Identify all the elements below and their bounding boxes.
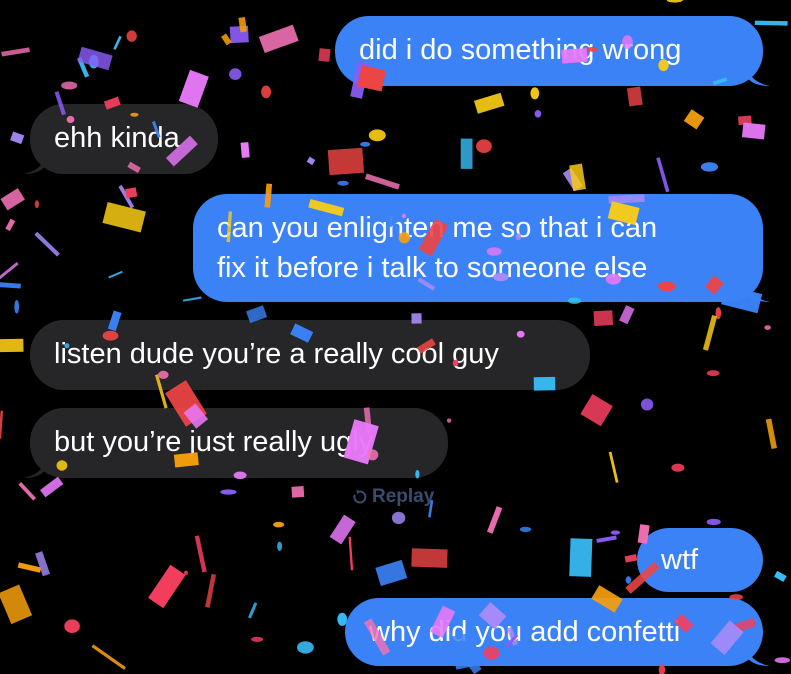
message-bubble-sent[interactable]: why did you add confetti — [345, 598, 770, 666]
message-bubble-sent[interactable]: did i do something wrong — [335, 16, 770, 86]
replay-label: Replay — [372, 486, 435, 507]
message-bubble-sent[interactable]: can you enlighten me so that i can fix i… — [193, 194, 770, 302]
message-bubble-received[interactable]: listen dude you’re a really cool guy — [30, 320, 590, 390]
message-text-line: fix it before i talk to someone else — [217, 252, 648, 284]
replay-icon — [353, 489, 367, 504]
message-thread: did i do something wrong ehh kinda can y… — [0, 0, 791, 674]
replay-button[interactable]: Replay — [352, 486, 434, 508]
message-bubble-received[interactable]: ehh kinda — [23, 104, 218, 174]
bubble-tail — [746, 62, 770, 86]
bubble-tail — [23, 150, 47, 174]
message-text-line: can you enlighten me so that i can — [217, 212, 658, 244]
message-text: wtf — [661, 544, 699, 576]
bubble-tail — [746, 278, 770, 302]
message-bubble-received[interactable]: but you’re just really ugly — [23, 408, 448, 478]
bubble-tail — [746, 642, 770, 666]
bubble-tail — [23, 454, 47, 478]
message-text: but you’re just really ugly — [54, 426, 374, 458]
message-bubble-sent[interactable]: wtf — [637, 528, 763, 592]
message-text: why did you add confetti — [369, 616, 681, 648]
message-text: did i do something wrong — [359, 34, 682, 66]
message-text: listen dude you’re a really cool guy — [54, 338, 499, 370]
message-text: ehh kinda — [54, 122, 180, 154]
